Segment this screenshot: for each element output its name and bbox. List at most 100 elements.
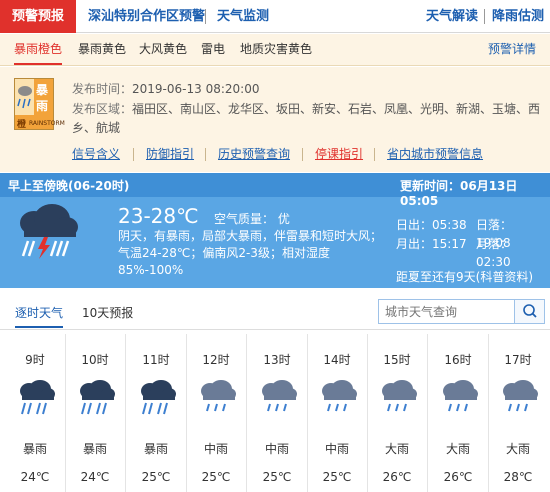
heavy-rain-icon	[503, 380, 538, 412]
warning-links: 信号含义 防御指引 历史预警查询 停课指引 省内城市预警信息	[0, 143, 550, 167]
warning-tabs: 暴雨橙色 暴雨黄色 大风黄色 雷电 地质灾害黄色 预警详情	[0, 34, 550, 66]
hourly-temperature: 25℃	[322, 470, 352, 484]
forecast-header: 早上至傍晚(06-20时) 更新时间：06月13日 05:05	[0, 173, 550, 208]
icon-caption: RAINSTORM	[29, 120, 65, 127]
school-suspension-link[interactable]: 停课指引	[315, 143, 363, 165]
publish-time-value: 2019-06-13 08:20:00	[132, 82, 260, 96]
hourly-time: 15时	[383, 353, 411, 367]
hourly-item: 12时中雨 25℃	[186, 334, 246, 492]
hourly-temperature: 28℃	[503, 470, 533, 484]
heavy-rain-icon	[443, 380, 478, 412]
hourly-condition: 中雨	[324, 442, 349, 456]
hourly-condition: 中雨	[264, 442, 289, 456]
history-warning-link[interactable]: 历史预警查询	[218, 143, 290, 165]
hourly-item: 11时暴雨 25℃	[126, 334, 186, 492]
hourly-time: 10时	[81, 353, 109, 367]
hourly-item: 13时中雨 25℃	[247, 334, 307, 492]
solar-term-link[interactable]: 距夏至还有9天(科普资料)	[396, 268, 533, 285]
hourly-time: 11时	[142, 353, 170, 367]
hourly-time: 17时	[504, 353, 532, 367]
hourly-time: 14时	[323, 353, 351, 367]
hourly-condition: 大雨	[505, 442, 530, 456]
icon-char: 雨	[36, 99, 49, 113]
hourly-item: 14时中雨 25℃	[307, 334, 367, 492]
hourly-item: 10时 暴雨 24℃	[65, 334, 125, 492]
moderate-rain-icon	[322, 380, 357, 412]
tab-10-day-forecast[interactable]: 10天预报	[82, 304, 133, 321]
sunrise: 日出：05:38	[396, 218, 467, 232]
forecast-tabs: 逐时天气 10天预报	[0, 294, 550, 330]
nav-weather-interpretation[interactable]: 天气解读	[426, 0, 478, 33]
hourly-temperature: 26℃	[382, 470, 412, 484]
hourly-temperature: 25℃	[262, 470, 292, 484]
heavy-rain-icon	[382, 380, 417, 412]
hourly-time: 16时	[444, 353, 472, 367]
link-divider	[133, 148, 134, 161]
publish-time-label: 发布时间：	[72, 82, 133, 96]
link-divider	[374, 148, 375, 161]
hourly-temperature: 25℃	[201, 470, 231, 484]
tab-gale-yellow[interactable]: 大风黄色	[139, 34, 187, 65]
icon-char: 暴	[36, 83, 49, 97]
nav-rainfall-estimate[interactable]: 降雨估测	[492, 0, 544, 33]
hourly-condition: 中雨	[203, 442, 228, 456]
cloud-rain-icon	[17, 86, 32, 109]
icon-char: 橙	[17, 120, 27, 130]
nav-shenshan-warning[interactable]: 深汕特别合作区预警	[88, 0, 205, 33]
forecast-panel: 早上至傍晚(06-20时) 更新时间：06月13日 05:05 23-28℃ 空…	[0, 173, 550, 288]
search-icon	[523, 304, 537, 318]
city-weather-search	[378, 299, 545, 324]
publish-area-row: 发布区域：福田区、南山区、龙华区、坂田、新安、石岩、凤凰、光明、新湖、玉塘、西	[72, 99, 540, 119]
update-time: 更新时间：06月13日 05:05	[400, 179, 518, 208]
moderate-rain-icon	[201, 380, 236, 412]
hourly-temperature: 26℃	[443, 470, 473, 484]
province-city-warning-link[interactable]: 省内城市预警信息	[387, 143, 483, 165]
hourly-forecast: 9时 暴雨 24℃ 10时 暴雨 24℃ 11时 暴雨 25℃ 12时 中雨 25℃ 13时 中雨 25℃ 1…	[0, 334, 550, 492]
nav-warning-forecast[interactable]: 预警预报	[0, 0, 76, 33]
publish-area-label: 发布区域：	[72, 102, 133, 116]
tab-rainstorm-yellow[interactable]: 暴雨黄色	[78, 34, 126, 65]
hourly-condition: 大雨	[445, 442, 470, 456]
moonset: 月落：02:30	[476, 237, 513, 269]
icon-background	[15, 79, 34, 115]
heavy-rain-icon	[80, 380, 115, 415]
hourly-time: 12时	[202, 353, 230, 367]
search-button[interactable]	[514, 300, 544, 323]
tab-geologic-hazard-yellow[interactable]: 地质灾害黄色	[240, 34, 312, 65]
forecast-description: 阴天，有暴雨，局部大暴雨，伴雷暴和短时大风；气温24-28℃；偏南风2-3级；相…	[118, 229, 383, 277]
heavy-rain-icon	[20, 380, 55, 415]
hourly-condition: 暴雨	[143, 442, 168, 456]
publish-area-value: 福田区、南山区、龙华区、坂田、新安、石岩、凤凰、光明、新湖、玉塘、西	[132, 102, 541, 116]
moderate-rain-icon	[262, 380, 297, 412]
hourly-time: 13时	[263, 353, 291, 367]
hourly-item: 17时大雨 28℃	[488, 334, 548, 492]
thunderstorm-rain-icon	[20, 204, 78, 259]
publish-area-row-2: 乡、航城	[72, 118, 120, 138]
hourly-condition: 暴雨	[82, 442, 107, 456]
tab-thunder[interactable]: 雷电	[201, 34, 225, 65]
hourly-condition: 大雨	[384, 442, 409, 456]
link-divider	[205, 148, 206, 161]
moonrise: 月出：15:17	[396, 237, 467, 251]
top-nav: 预警预报 深汕特别合作区预警 天气监测 天气解读 降雨估测	[0, 0, 550, 33]
signal-meaning-link[interactable]: 信号含义	[72, 143, 120, 165]
heavy-rain-icon	[141, 380, 176, 415]
hourly-time: 9时	[25, 353, 45, 367]
nav-divider	[205, 9, 206, 24]
defense-guide-link[interactable]: 防御指引	[146, 143, 194, 165]
tab-rainstorm-orange[interactable]: 暴雨橙色	[14, 34, 63, 65]
nav-divider	[484, 9, 485, 24]
warning-detail-link[interactable]: 预警详情	[488, 34, 536, 65]
publish-area-value-cont: 乡、航城	[72, 121, 121, 135]
link-divider	[302, 148, 303, 161]
search-input[interactable]	[379, 300, 514, 323]
hourly-temperature: 24℃	[20, 470, 50, 484]
hourly-condition: 暴雨	[22, 442, 47, 456]
tab-hourly-weather[interactable]: 逐时天气	[15, 304, 64, 328]
hourly-item: 15时大雨 26℃	[367, 334, 427, 492]
temperature-range: 23-28℃	[118, 204, 199, 228]
publish-time-row: 发布时间：2019-06-13 08:20:00	[72, 79, 259, 99]
warning-info: 暴 雨 橙 RAINSTORM 发布时间：2019-06-13 08:20:00…	[0, 67, 550, 172]
nav-weather-monitor[interactable]: 天气监测	[217, 0, 269, 33]
hourly-temperature: 25℃	[141, 470, 171, 484]
